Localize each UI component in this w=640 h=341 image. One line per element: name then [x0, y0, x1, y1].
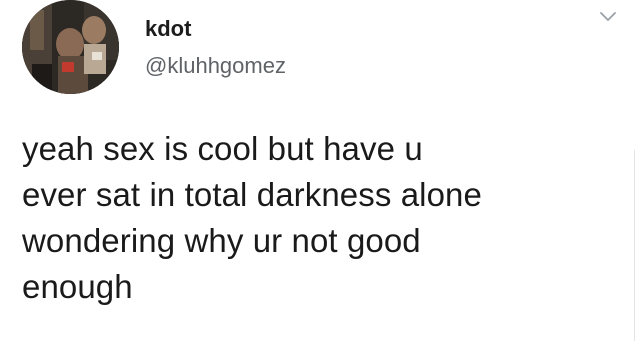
divider: [634, 150, 635, 341]
display-name[interactable]: kdot: [145, 16, 191, 42]
avatar[interactable]: [22, 0, 119, 94]
tweet-text-line: ever sat in total darkness alone: [22, 176, 482, 213]
tweet-card: kdot @kluhhgomez yeah sex is cool but ha…: [0, 0, 640, 341]
chevron-down-icon[interactable]: [598, 10, 618, 24]
tweet-text-line: wondering why ur not good: [22, 222, 421, 259]
tweet-text: yeah sex is cool but have u ever sat in …: [22, 126, 622, 310]
tweet-text-line: yeah sex is cool but have u: [22, 130, 423, 167]
profile-photo: [22, 0, 119, 94]
tweet-text-line: enough: [22, 268, 133, 305]
user-handle[interactable]: @kluhhgomez: [145, 53, 286, 79]
